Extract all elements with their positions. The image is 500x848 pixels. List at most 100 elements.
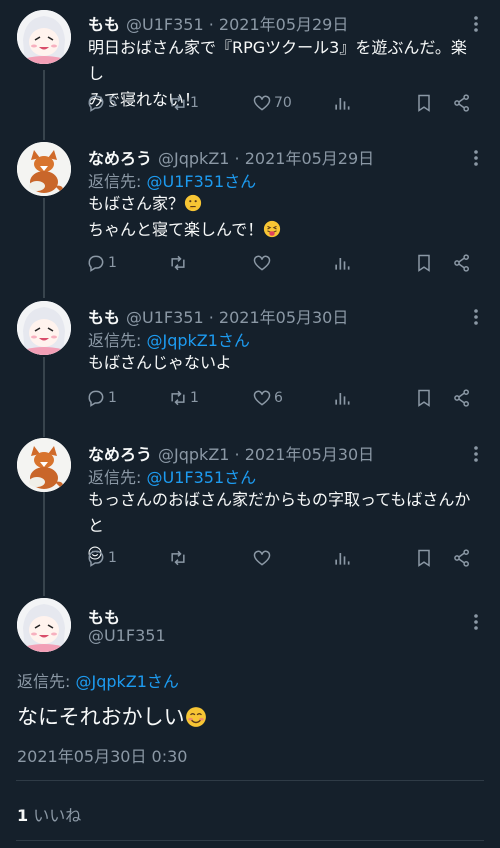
tweet-meta: なめろう @JqpkZ1 · 2021年05月30日 (88, 441, 460, 465)
reply-count: 1 (108, 550, 117, 566)
tweet-date[interactable]: · 2021年05月29日 (235, 149, 375, 168)
retweet-button[interactable] (168, 251, 188, 275)
retweet-count: 1 (190, 95, 199, 111)
reply-to-link[interactable]: @U1F351さん (146, 468, 256, 487)
more-options-icon[interactable] (468, 148, 484, 168)
share-icon (454, 389, 469, 407)
reply-icon (88, 550, 104, 567)
reply-icon (88, 255, 104, 272)
divider (16, 840, 484, 841)
handle[interactable]: @JqpkZ1 (158, 445, 229, 464)
thinking-face-emoji-icon (184, 194, 202, 212)
tweet-text: もばさん家？ ちゃんと寝て楽しんで！ (88, 191, 482, 243)
reply-button[interactable]: 1 (86, 251, 117, 275)
main-display-name[interactable]: もも (88, 604, 120, 628)
share-icon (454, 254, 469, 272)
display-name[interactable]: なめろう (88, 149, 152, 168)
reply-count: 5 (108, 95, 117, 111)
reply-button[interactable]: 1 (86, 546, 117, 570)
display-name[interactable]: もも (88, 15, 120, 34)
tweet-date[interactable]: · 2021年05月30日 (235, 445, 375, 464)
anime-girl-avatar-icon (17, 301, 71, 355)
reply-button[interactable]: 1 (86, 386, 117, 410)
avatar[interactable] (17, 598, 71, 652)
reply-to-link[interactable]: @JqpkZ1さん (146, 331, 249, 350)
bookmark-icon (418, 254, 430, 272)
main-timestamp[interactable]: 2021年05月30日 0:30 (17, 743, 187, 767)
analytics-button[interactable] (332, 251, 352, 275)
analytics-icon (335, 393, 350, 405)
like-button[interactable] (252, 546, 272, 570)
tweet-text-line: ちゃんと寝て楽しんで！ (88, 220, 264, 239)
display-name[interactable]: もも (88, 308, 120, 327)
share-button[interactable] (452, 251, 472, 275)
analytics-icon (335, 98, 350, 110)
tweet-meta: もも @U1F351 · 2021年05月29日 (88, 11, 460, 35)
analytics-button[interactable] (332, 386, 352, 410)
action-bar: 1 1 6 (86, 386, 482, 410)
tweet-date[interactable]: · 2021年05月30日 (209, 308, 349, 327)
handle[interactable]: @JqpkZ1 (158, 149, 229, 168)
avatar[interactable] (17, 301, 71, 355)
tweet[interactable]: もも @U1F351 · 2021年05月30日 返信先: @JqpkZ1さん も… (0, 297, 500, 427)
analytics-icon (335, 553, 350, 565)
avatar[interactable] (17, 10, 71, 64)
tweet[interactable]: なめろう @JqpkZ1 · 2021年05月30日 返信先: @U1F351さん… (0, 434, 500, 584)
smiling-blush-emoji-icon (185, 707, 206, 727)
retweet-button[interactable]: 1 (168, 386, 199, 410)
like-button[interactable]: 70 (252, 91, 292, 115)
tweet[interactable]: なめろう @JqpkZ1 · 2021年05月29日 返信先: @U1F351さん… (0, 138, 500, 288)
heart-icon (253, 95, 271, 111)
display-name[interactable]: なめろう (88, 445, 152, 464)
bookmark-icon (418, 549, 430, 567)
reply-to-link[interactable]: @JqpkZ1さん (75, 672, 178, 691)
main-reply-context: 返信先: @JqpkZ1さん (17, 668, 179, 692)
reply-label: 返信先: (88, 468, 147, 487)
tweet-date[interactable]: · 2021年05月29日 (209, 15, 349, 34)
tweet-text: もばさんじゃないよ (88, 350, 482, 376)
analytics-button[interactable] (332, 546, 352, 570)
more-options-icon[interactable] (468, 307, 484, 327)
tweet-text-line: もばさんじゃないよ (88, 353, 232, 372)
reply-icon (88, 95, 104, 112)
avatar[interactable] (17, 142, 71, 196)
tweet[interactable]: もも @U1F351 · 2021年05月29日 明日おばさん家で『RPGツクール… (0, 4, 500, 134)
bookmark-button[interactable] (414, 91, 434, 115)
reply-count: 1 (108, 255, 117, 271)
action-bar: 5 1 70 (86, 91, 482, 115)
bookmark-button[interactable] (414, 546, 434, 570)
reply-to-link[interactable]: @U1F351さん (146, 172, 256, 191)
share-icon (454, 549, 469, 567)
tweet-text-line: もばさん家？ (88, 194, 185, 213)
tongue-face-emoji-icon (264, 220, 281, 238)
reply-button[interactable]: 5 (86, 91, 117, 115)
share-button[interactable] (452, 546, 472, 570)
retweet-button[interactable]: 1 (168, 91, 199, 115)
bookmark-button[interactable] (414, 386, 434, 410)
handle[interactable]: @U1F351 (126, 308, 204, 327)
like-button[interactable]: 6 (252, 386, 283, 410)
retweet-icon (171, 550, 185, 566)
heart-icon (253, 390, 271, 406)
retweet-button[interactable] (168, 546, 188, 570)
like-button[interactable] (252, 251, 272, 275)
action-bar: 1 (86, 251, 482, 275)
handle[interactable]: @U1F351 (126, 15, 204, 34)
divider (16, 780, 484, 781)
analytics-button[interactable] (332, 91, 352, 115)
reply-context: 返信先: @JqpkZ1さん (88, 327, 250, 351)
main-tweet-text-content: なにそれおかしい (17, 705, 185, 729)
action-bar: 1 (86, 546, 482, 570)
main-handle[interactable]: @U1F351 (88, 626, 166, 645)
bookmark-icon (418, 94, 430, 112)
likes-summary[interactable]: 1 いいね (17, 802, 81, 826)
more-options-icon[interactable] (468, 14, 484, 34)
bookmark-button[interactable] (414, 251, 434, 275)
more-options-icon[interactable] (468, 444, 484, 464)
fox-avatar-icon (17, 438, 71, 492)
likes-count: 1 (17, 806, 29, 825)
share-button[interactable] (452, 91, 472, 115)
more-options-icon[interactable] (468, 612, 484, 632)
share-button[interactable] (452, 386, 472, 410)
avatar[interactable] (17, 438, 71, 492)
